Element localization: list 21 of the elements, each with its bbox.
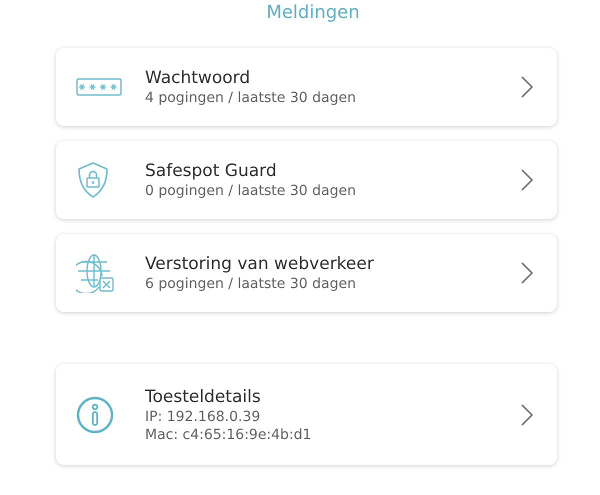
device-card[interactable]: Toesteldetails IP: 192.168.0.39 Mac: c4:65:16:9e:4b:d1 bbox=[56, 364, 557, 465]
notification-subtitle: 4 pogingen / laatste 30 dagen bbox=[145, 90, 357, 106]
notification-title: Verstoring van webverkeer bbox=[145, 254, 375, 274]
info-icon bbox=[76, 396, 114, 434]
shield-lock-icon bbox=[76, 161, 110, 199]
device-detail: Mac: c4:65:16:9e:4b:d1 bbox=[145, 426, 312, 442]
notification-subtitle: 0 pogingen / laatste 30 dagen bbox=[145, 183, 357, 199]
chevron-right-icon bbox=[521, 76, 533, 98]
password-field-icon bbox=[76, 78, 122, 96]
chevron-right-icon bbox=[521, 169, 533, 191]
notification-card[interactable]: Wachtwoord 4 pogingen / laatste 30 dagen bbox=[56, 48, 557, 126]
device-title: Toesteldetails bbox=[145, 386, 262, 406]
notification-title: Wachtwoord bbox=[145, 68, 252, 88]
page-title: Meldingen bbox=[266, 2, 360, 25]
notification-card[interactable]: Verstoring van webverkeer 6 pogingen / laatste 30 dagen bbox=[56, 234, 557, 312]
chevron-right-icon bbox=[521, 404, 533, 426]
notification-card[interactable]: Safespot Guard 0 pogingen / laatste 30 dagen bbox=[56, 141, 557, 219]
notification-subtitle: 6 pogingen / laatste 30 dagen bbox=[145, 276, 357, 292]
notification-title: Safespot Guard bbox=[145, 161, 278, 181]
chevron-right-icon bbox=[521, 262, 533, 284]
device-detail: IP: 192.168.0.39 bbox=[145, 408, 262, 424]
